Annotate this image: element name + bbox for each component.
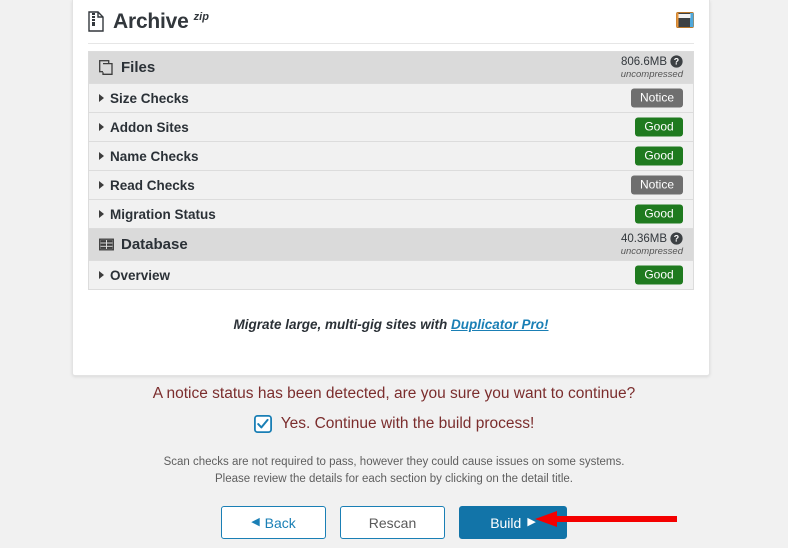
back-button[interactable]: ◀ Back bbox=[221, 506, 326, 540]
page-title: Archive zip bbox=[88, 10, 209, 34]
page-root: Archive zip Files 806.6MB? uncompressed … bbox=[0, 0, 788, 548]
status-badge: Notice bbox=[630, 175, 683, 195]
archive-box-icon[interactable] bbox=[676, 12, 694, 28]
notice-question: A notice status has been detected, are y… bbox=[152, 385, 636, 402]
scan-row-read-checks[interactable]: Read Checks Notice bbox=[89, 171, 693, 200]
section-size-note-database: uncompressed bbox=[620, 245, 683, 257]
section-size-value-database: 40.36MB bbox=[620, 232, 667, 245]
scan-row-label: Migration Status bbox=[110, 206, 216, 222]
chevron-right-icon bbox=[99, 181, 104, 189]
page-title-text: Archive bbox=[113, 9, 189, 33]
scan-row-label: Addon Sites bbox=[110, 119, 189, 135]
section-size-files: 806.6MB? uncompressed bbox=[621, 54, 683, 80]
continue-build-label[interactable]: Yes. Continue with the build process! bbox=[281, 415, 535, 433]
chevron-right-icon bbox=[99, 271, 104, 279]
scan-row-size-checks[interactable]: Size Checks Notice bbox=[89, 84, 693, 113]
files-copy-icon bbox=[99, 60, 113, 75]
status-badge: Good bbox=[635, 117, 683, 137]
scan-note-line-2: Please review the details for each secti… bbox=[215, 472, 573, 485]
confirm-checkbox-row[interactable]: Yes. Continue with the build process! bbox=[0, 415, 788, 433]
file-zip-icon bbox=[88, 11, 104, 32]
scan-row-label: Size Checks bbox=[110, 90, 189, 106]
duplicator-pro-link[interactable]: Duplicator Pro! bbox=[451, 317, 549, 332]
scan-row-addon-sites[interactable]: Addon Sites Good bbox=[89, 113, 693, 142]
section-label-database: Database bbox=[121, 236, 188, 253]
red-left-arrow-annotation bbox=[535, 511, 677, 527]
svg-text:?: ? bbox=[674, 234, 679, 244]
scan-note-line-1: Scan checks are not required to pass, ho… bbox=[163, 456, 625, 468]
status-badge: Good bbox=[635, 204, 683, 224]
scan-row-migration-status[interactable]: Migration Status Good bbox=[89, 200, 693, 229]
build-button-label: Build bbox=[490, 514, 522, 531]
chevron-right-icon bbox=[99, 152, 104, 160]
question-circle-icon[interactable]: ? bbox=[670, 55, 683, 68]
question-circle-icon[interactable]: ? bbox=[670, 232, 683, 245]
scan-results-table: Files 806.6MB? uncompressed Size Checks … bbox=[88, 51, 694, 290]
scan-row-overview[interactable]: Overview Good bbox=[89, 261, 693, 290]
status-badge: Good bbox=[635, 265, 683, 285]
rescan-button[interactable]: Rescan bbox=[340, 506, 445, 540]
section-size-database: 40.36MB? uncompressed bbox=[621, 231, 683, 257]
scan-row-label: Overview bbox=[110, 267, 171, 283]
promo-text: Migrate large, multi-gig sites with Dupl… bbox=[73, 317, 709, 332]
svg-text:?: ? bbox=[674, 57, 679, 67]
scan-row-name-checks[interactable]: Name Checks Good bbox=[89, 142, 693, 171]
card-header: Archive zip bbox=[88, 0, 694, 44]
continue-build-checkbox[interactable] bbox=[253, 415, 272, 433]
section-header-database[interactable]: Database 40.36MB? uncompressed bbox=[89, 229, 693, 261]
back-button-label: Back bbox=[264, 514, 296, 531]
status-badge: Good bbox=[635, 146, 683, 166]
promo-prefix: Migrate large, multi-gig sites with bbox=[233, 317, 451, 332]
rescan-button-label: Rescan bbox=[368, 514, 417, 531]
page-title-superscript: zip bbox=[193, 10, 209, 23]
section-size-note-files: uncompressed bbox=[620, 68, 683, 80]
scan-row-label: Name Checks bbox=[110, 148, 199, 164]
section-header-files[interactable]: Files 806.6MB? uncompressed bbox=[89, 52, 693, 84]
chevron-right-icon bbox=[99, 123, 104, 131]
archive-card: Archive zip Files 806.6MB? uncompressed … bbox=[72, 0, 710, 376]
arrow-left-icon: ◀ bbox=[251, 516, 260, 529]
status-badge: Notice bbox=[630, 88, 683, 108]
chevron-right-icon bbox=[99, 94, 104, 102]
database-table-icon bbox=[99, 238, 114, 251]
scan-row-label: Read Checks bbox=[110, 177, 195, 193]
chevron-right-icon bbox=[99, 210, 104, 218]
section-label-files: Files bbox=[121, 59, 156, 76]
scan-note: Scan checks are not required to pass, ho… bbox=[0, 454, 788, 487]
section-size-value-files: 806.6MB bbox=[620, 55, 667, 68]
